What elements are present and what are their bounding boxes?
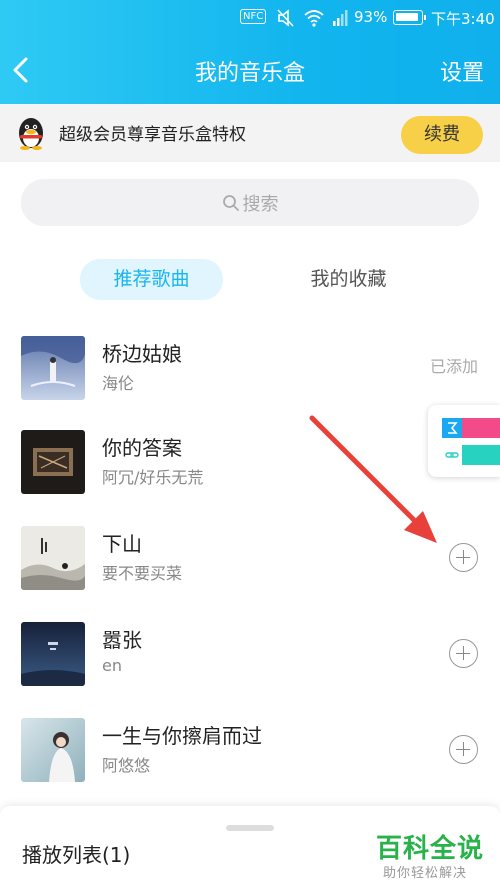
album-cover-image	[21, 336, 85, 400]
link-icon	[442, 445, 462, 465]
search-placeholder: 搜索	[242, 193, 279, 215]
song-item[interactable]: 你的答案 阿冗/好乐无荒	[0, 416, 500, 508]
song-artist: 要不要买菜	[102, 564, 183, 583]
drag-handle[interactable]	[226, 825, 274, 831]
song-item[interactable]: 一生与你擦肩而过 阿悠悠	[0, 704, 500, 796]
search-input[interactable]: 搜索	[21, 179, 479, 226]
back-button[interactable]	[6, 50, 42, 90]
chevron-left-icon	[13, 57, 28, 83]
mute-icon	[277, 9, 294, 27]
song-artist: en	[102, 656, 122, 675]
album-cover-image	[21, 430, 85, 494]
page-title: 我的音乐盒	[194, 61, 305, 86]
album-cover	[21, 718, 85, 782]
nfc-indicator: NFC	[240, 9, 267, 24]
status-time: 下午3:40	[431, 10, 495, 28]
playlist-button[interactable]: 播放列表(1)	[22, 839, 130, 868]
qq-penguin-icon	[19, 118, 43, 150]
wifi-icon	[304, 10, 324, 27]
vip-promo-text: 超级会员尊享音乐盒特权	[59, 125, 246, 145]
song-item[interactable]: 桥边姑娘 海伦 已添加	[0, 322, 500, 414]
song-title: 下山	[102, 532, 142, 556]
song-item[interactable]: 嚣张 en	[0, 608, 500, 700]
add-song-button[interactable]	[449, 735, 478, 764]
song-title: 你的答案	[102, 436, 182, 460]
album-cover	[21, 622, 85, 686]
album-cover-image	[21, 526, 85, 590]
signal-icon	[333, 10, 348, 26]
settings-button[interactable]: 设置	[440, 55, 484, 87]
watermark-subtitle: 助你轻松解决	[383, 866, 468, 881]
song-title: 一生与你擦肩而过	[102, 724, 262, 748]
song-title: 嚣张	[102, 628, 142, 652]
app-header: NFC 93% 下午3:40 我的音乐盒 设置	[0, 0, 500, 104]
album-cover-image	[21, 718, 85, 782]
album-cover	[21, 430, 85, 494]
song-artist: 阿冗/好乐无荒	[102, 468, 204, 487]
doc-icon	[442, 418, 462, 438]
playlist-bar: 播放列表(1) 百科全说 助你轻松解决	[0, 806, 500, 889]
battery-percentage: 93%	[354, 8, 388, 26]
tab-recommended-songs[interactable]: 推荐歌曲	[80, 259, 223, 300]
tab-my-favorites[interactable]: 我的收藏	[277, 259, 420, 300]
album-cover	[21, 526, 85, 590]
album-cover-image	[21, 622, 85, 686]
watermark-title: 百科全说	[376, 834, 485, 864]
search-placeholder-wrap: 搜索	[21, 179, 479, 226]
add-song-button[interactable]	[449, 543, 478, 572]
floating-widget[interactable]	[428, 405, 500, 477]
floating-widget-item[interactable]	[442, 445, 500, 465]
add-song-button[interactable]	[449, 639, 478, 668]
floating-widget-item[interactable]	[442, 418, 500, 438]
song-title: 桥边姑娘	[102, 342, 182, 366]
song-artist: 阿悠悠	[102, 756, 151, 775]
renew-button[interactable]: 续费	[401, 116, 483, 154]
song-item[interactable]: 下山 要不要买菜	[0, 512, 500, 604]
song-artist: 海伦	[102, 374, 135, 393]
battery-icon	[393, 10, 426, 25]
search-icon	[222, 194, 239, 211]
vip-banner: 超级会员尊享音乐盒特权 续费	[0, 104, 500, 162]
status-bar: NFC 93% 下午3:40	[0, 0, 500, 36]
album-cover	[21, 336, 85, 400]
added-status: 已添加	[429, 357, 478, 376]
